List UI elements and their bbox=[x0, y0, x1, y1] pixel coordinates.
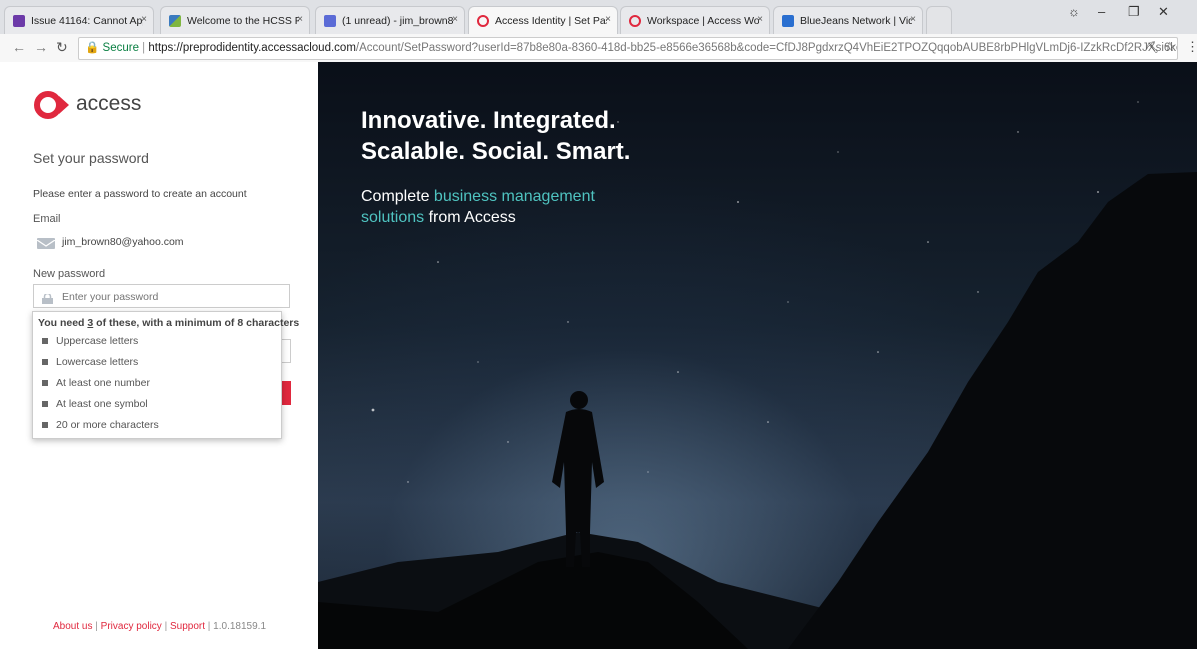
tab-label: Welcome to the HCSS Po bbox=[187, 14, 299, 27]
tab-label: BlueJeans Network | Vide bbox=[800, 14, 912, 27]
close-icon[interactable]: × bbox=[297, 14, 303, 25]
password-field[interactable] bbox=[33, 284, 290, 308]
menu-icon[interactable]: ⋮ bbox=[1186, 39, 1197, 55]
version-text: 1.0.18159.1 bbox=[213, 621, 266, 632]
secure-label: Secure bbox=[102, 42, 139, 54]
url-path: /Account/SetPassword?userId=87b8e80a-836… bbox=[355, 42, 1178, 54]
privacy-link[interactable]: Privacy policy bbox=[101, 621, 162, 632]
chart-icon bbox=[169, 14, 181, 27]
requirement-item: Uppercase letters bbox=[42, 335, 138, 347]
forward-icon[interactable]: → bbox=[34, 39, 48, 55]
page-title: Set your password bbox=[33, 150, 149, 166]
envelope-icon bbox=[36, 238, 56, 249]
tab-workspace[interactable]: Workspace | Access Work × bbox=[620, 6, 770, 34]
hero-image: Innovative. Integrated. Scalable. Social… bbox=[318, 62, 1197, 649]
email-value: jim_brown80@yahoo.com bbox=[62, 236, 184, 248]
bullet-icon bbox=[42, 338, 48, 344]
tab-issue[interactable]: Issue 41164: Cannot App × bbox=[4, 6, 154, 34]
close-icon[interactable]: × bbox=[910, 14, 916, 25]
close-icon[interactable]: × bbox=[452, 14, 458, 25]
access-logo-icon bbox=[477, 14, 489, 27]
bullet-icon bbox=[42, 359, 48, 365]
requirement-item: At least one number bbox=[42, 377, 150, 389]
requirements-title: You need 3 of these, with a minimum of 8… bbox=[38, 317, 300, 329]
minimize-icon[interactable]: – bbox=[1098, 4, 1105, 19]
bullet-icon bbox=[42, 401, 48, 407]
lock-icon: 🔒 bbox=[85, 42, 100, 54]
password-requirements-popup: You need 3 of these, with a minimum of 8… bbox=[32, 311, 299, 439]
hero-subtitle: Complete business management solutions f… bbox=[361, 188, 595, 226]
tab-hcss[interactable]: Welcome to the HCSS Po × bbox=[160, 6, 310, 34]
restore-icon[interactable]: ❐ bbox=[1128, 4, 1140, 20]
tab-label: Issue 41164: Cannot App bbox=[31, 14, 143, 27]
tab-label: (1 unread) - jim_brown80 bbox=[342, 14, 454, 27]
email-label: Email bbox=[33, 213, 61, 225]
access-logo-icon bbox=[33, 90, 73, 120]
bluejeans-icon bbox=[782, 14, 794, 27]
back-icon[interactable]: ← bbox=[12, 39, 26, 55]
address-bar: ← → ↻ 🔒 Secure | https://preprodidentity… bbox=[0, 34, 1197, 63]
new-tab-button[interactable] bbox=[926, 6, 952, 34]
window-close-icon[interactable]: ✕ bbox=[1158, 4, 1169, 20]
tab-strip: Issue 41164: Cannot App × Welcome to the… bbox=[0, 0, 1197, 34]
password-input[interactable] bbox=[60, 287, 284, 307]
about-link[interactable]: About us bbox=[53, 621, 92, 632]
password-label: New password bbox=[33, 268, 106, 280]
url-host: https://preprodidentity.accessacloud.com bbox=[148, 42, 356, 54]
instruction-text: Please enter a password to create an acc… bbox=[33, 188, 247, 200]
bullet-icon bbox=[42, 422, 48, 428]
mail-icon bbox=[324, 14, 336, 27]
access-logo-icon bbox=[629, 14, 641, 27]
tab-access-identity[interactable]: Access Identity | Set Pass × bbox=[468, 6, 618, 34]
support-link[interactable]: Support bbox=[170, 621, 205, 632]
footer-links: About us | Privacy policy | Support | 1.… bbox=[53, 621, 266, 632]
requirement-item: 20 or more characters bbox=[42, 419, 159, 431]
submit-button[interactable] bbox=[282, 381, 291, 405]
close-icon[interactable]: × bbox=[757, 14, 763, 25]
lock-icon bbox=[42, 291, 53, 304]
visual-studio-icon bbox=[13, 14, 25, 27]
close-icon[interactable]: × bbox=[605, 14, 611, 25]
reload-icon[interactable]: ↻ bbox=[56, 39, 68, 56]
bookmark-star-icon[interactable]: ☆ bbox=[1164, 39, 1176, 55]
url-input[interactable]: 🔒 Secure | https://preprodidentity.acces… bbox=[78, 37, 1178, 60]
tab-label: Access Identity | Set Pass bbox=[495, 14, 607, 27]
bullet-icon bbox=[42, 380, 48, 386]
requirement-item: Lowercase letters bbox=[42, 356, 138, 368]
tab-mail[interactable]: (1 unread) - jim_brown80 × bbox=[315, 6, 465, 34]
key-icon[interactable]: ⛏ bbox=[1145, 41, 1159, 54]
tab-label: Workspace | Access Work bbox=[647, 14, 759, 27]
close-icon[interactable]: × bbox=[141, 14, 147, 25]
brand-name: access bbox=[76, 92, 142, 115]
confirm-password-field[interactable] bbox=[282, 339, 291, 363]
hero-headline: Innovative. Integrated. Scalable. Social… bbox=[361, 107, 631, 165]
requirement-item: At least one symbol bbox=[42, 398, 148, 410]
tab-bluejeans[interactable]: BlueJeans Network | Vide × bbox=[773, 6, 923, 34]
profile-icon[interactable]: ☼ bbox=[1068, 4, 1080, 19]
